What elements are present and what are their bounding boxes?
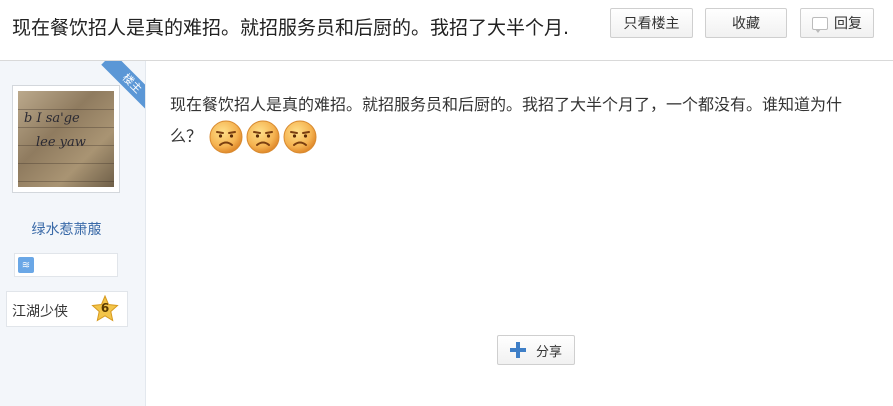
reply-button[interactable]: 回复 bbox=[800, 8, 874, 38]
author-sidebar: 楼主 b I sa'ge lee yaw 绿水惹萧菔 ≋ 江湖少侠 6 bbox=[0, 61, 146, 406]
avatar[interactable]: b I sa'ge lee yaw bbox=[18, 91, 114, 187]
medal-icon: ≋ bbox=[18, 257, 34, 273]
only-view-op-label: 只看楼主 bbox=[623, 16, 680, 32]
reply-label: 回复 bbox=[834, 16, 862, 32]
favorite-label: 收藏 bbox=[732, 16, 760, 32]
post-body: 现在餐饮招人是真的难招。就招服务员和后厨的。我招了大半个月了，一个都没有。谁知道… bbox=[170, 90, 870, 154]
speech-bubble-icon bbox=[812, 16, 828, 33]
emoji-row bbox=[209, 120, 320, 154]
thread-title: 现在餐饮招人是真的难招。就招服务员和后厨的。我招了大半个月. bbox=[12, 17, 570, 39]
rank-title: 江湖少侠 bbox=[12, 304, 68, 320]
plus-icon bbox=[509, 342, 526, 358]
level-badge: 6 bbox=[91, 294, 119, 323]
username[interactable]: 绿水惹萧菔 bbox=[0, 219, 133, 239]
frown-face-icon bbox=[283, 120, 317, 154]
share-button[interactable]: 分享 bbox=[497, 335, 575, 365]
rank-box: 江湖少侠 6 bbox=[6, 291, 128, 327]
frown-face-icon bbox=[246, 120, 280, 154]
only-view-op-button[interactable]: 只看楼主 bbox=[610, 8, 693, 38]
thread-header: 现在餐饮招人是真的难招。就招服务员和后厨的。我招了大半个月. 只看楼主 收藏 回… bbox=[0, 0, 893, 61]
level-number: 6 bbox=[100, 301, 110, 315]
favorite-button[interactable]: 收藏 bbox=[705, 8, 787, 38]
share-label: 分享 bbox=[535, 344, 562, 360]
frown-face-icon bbox=[209, 120, 243, 154]
medal-box: ≋ bbox=[14, 253, 118, 277]
avatar-frame[interactable]: b I sa'ge lee yaw bbox=[12, 85, 120, 193]
